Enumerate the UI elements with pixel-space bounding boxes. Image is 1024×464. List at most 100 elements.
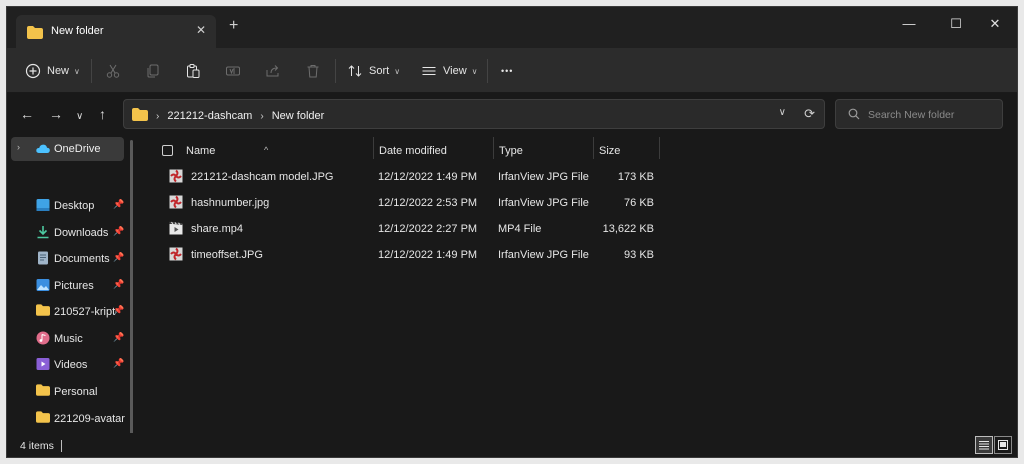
paste-button[interactable]: [185, 60, 201, 82]
file-list: ^ Name Date modified Type Size 221212-da…: [140, 137, 1017, 433]
folder-icon: [36, 304, 50, 319]
table-row[interactable]: 221212-dashcam model.JPG 12/12/2022 1:49…: [140, 164, 700, 190]
column-header-name[interactable]: Name: [186, 145, 215, 157]
share-button[interactable]: [265, 60, 281, 82]
up-arrow-icon[interactable]: ↑: [99, 107, 106, 121]
sidebar-item-label: Downloads: [54, 227, 109, 239]
address-dropdown-icon[interactable]: ∨: [779, 107, 786, 118]
file-name: hashnumber.jpg: [191, 197, 270, 209]
pictures-icon: [36, 278, 50, 295]
address-bar[interactable]: › 221212-dashcam › New folder ∨ ⟳: [123, 99, 825, 129]
sidebar-item-label: Personal: [54, 386, 98, 398]
copy-icon: [145, 63, 161, 79]
divider: [487, 59, 488, 83]
column-header-size[interactable]: Size: [599, 145, 620, 157]
new-tab-button[interactable]: +: [229, 18, 238, 34]
rename-button[interactable]: [225, 60, 241, 82]
chevron-down-icon: ∨: [471, 66, 478, 76]
file-name: timeoffset.JPG: [191, 249, 263, 261]
tab-close-icon[interactable]: ✕: [196, 23, 206, 37]
breadcrumb: › 221212-dashcam › New folder: [132, 108, 324, 124]
refresh-icon[interactable]: ⟳: [804, 106, 815, 122]
file-size: 76 KB: [624, 197, 654, 209]
tab-new-folder[interactable]: New folder ✕: [16, 15, 216, 48]
sort-button[interactable]: Sort ∨: [347, 60, 400, 82]
close-button[interactable]: ✕: [973, 13, 1017, 37]
search-box[interactable]: Search New folder: [835, 99, 1003, 129]
file-type: IrfanView JPG File: [498, 249, 589, 261]
sidebar-item-videos[interactable]: Videos 📌: [7, 353, 132, 377]
tiles-view-button[interactable]: [994, 436, 1012, 454]
view-button[interactable]: View ∨: [421, 60, 478, 82]
pin-icon: 📌: [113, 226, 125, 236]
delete-button[interactable]: [305, 60, 321, 82]
column-divider[interactable]: [593, 137, 594, 159]
sidebar-item-label: OneDrive: [54, 143, 101, 155]
pin-icon: 📌: [113, 358, 125, 368]
file-name: 221212-dashcam model.JPG: [191, 171, 334, 183]
sidebar-item-label: Documents: [54, 253, 110, 265]
chevron-down-icon: ∨: [74, 66, 80, 76]
file-name: share.mp4: [191, 223, 243, 235]
breadcrumb-item[interactable]: 221212-dashcam: [167, 110, 252, 122]
sidebar-item-label: 221209-avatar w: [54, 413, 126, 425]
table-row[interactable]: share.mp4 12/12/2022 2:27 PM MP4 File 13…: [140, 216, 700, 242]
column-divider[interactable]: [493, 137, 494, 159]
navigation-row: ← → ∨ ↑ › 221212-dashcam › New folder ∨ …: [7, 93, 1017, 137]
back-arrow-icon[interactable]: ←: [20, 107, 34, 121]
title-bar: New folder ✕ + — ☐ ✕: [7, 7, 1017, 48]
share-icon: [265, 63, 281, 79]
table-row[interactable]: timeoffset.JPG 12/12/2022 1:49 PM IrfanV…: [140, 242, 700, 268]
copy-button[interactable]: [145, 60, 161, 82]
pin-icon: 📌: [113, 199, 125, 209]
explorer-window: New folder ✕ + — ☐ ✕ New ∨ Sort ∨ View ∨…: [6, 6, 1018, 458]
column-headers: ^ Name Date modified Type Size: [140, 137, 700, 163]
column-divider[interactable]: [373, 137, 374, 159]
column-header-date[interactable]: Date modified: [379, 145, 447, 157]
folder-icon: [27, 26, 43, 42]
sidebar-item-documents[interactable]: Documents 📌: [7, 247, 132, 271]
table-row[interactable]: hashnumber.jpg 12/12/2022 2:53 PM IrfanV…: [140, 190, 700, 216]
search-input[interactable]: Search New folder: [868, 109, 954, 121]
breadcrumb-separator-icon: ›: [260, 110, 264, 122]
item-count: 4 items: [20, 440, 54, 452]
breadcrumb-separator-icon: ›: [156, 110, 160, 122]
sort-label: Sort: [369, 65, 390, 77]
sidebar-scrollbar[interactable]: [130, 140, 133, 434]
pin-icon: 📌: [113, 332, 125, 342]
sidebar-item-personal[interactable]: Personal: [7, 380, 132, 404]
file-size: 173 KB: [617, 171, 654, 183]
folder-icon: [132, 108, 148, 124]
recent-locations-chevron-icon[interactable]: ∨: [76, 110, 83, 124]
downloads-icon: [36, 225, 50, 242]
irfanview-icon: [169, 195, 183, 212]
breadcrumb-item[interactable]: New folder: [272, 110, 325, 122]
more-options-button[interactable]: •••: [501, 60, 513, 82]
cut-button[interactable]: [105, 60, 121, 82]
details-view-button[interactable]: [975, 436, 993, 454]
sidebar-item-221209-avatar[interactable]: 221209-avatar w: [7, 407, 132, 431]
more-icon: •••: [501, 66, 514, 76]
new-button[interactable]: New ∨: [25, 60, 80, 82]
sidebar-item-music[interactable]: Music 📌: [7, 327, 132, 351]
sort-ascending-icon: ^: [264, 145, 269, 155]
expand-chevron-icon[interactable]: ›: [17, 142, 20, 152]
minimize-button[interactable]: —: [887, 13, 931, 37]
select-all-checkbox[interactable]: [162, 145, 173, 156]
paste-icon: [185, 63, 201, 79]
status-bar: 4 items: [7, 433, 1017, 457]
forward-arrow-icon[interactable]: →: [49, 107, 63, 121]
maximize-button[interactable]: ☐: [934, 13, 978, 37]
sidebar-item-onedrive[interactable]: › OneDrive: [11, 137, 124, 161]
sidebar-item-label: Music: [54, 333, 83, 345]
sidebar-item-downloads[interactable]: Downloads 📌: [7, 221, 132, 245]
sidebar-item-210527-kripto[interactable]: 210527-kripto 📌: [7, 300, 132, 324]
file-size: 13,622 KB: [602, 223, 654, 235]
view-label: View: [443, 65, 467, 77]
sidebar-item-pictures[interactable]: Pictures 📌: [7, 274, 132, 298]
column-divider[interactable]: [659, 137, 660, 159]
sidebar-item-label: Pictures: [54, 280, 94, 292]
sidebar-item-desktop[interactable]: Desktop 📌: [7, 194, 132, 218]
column-header-type[interactable]: Type: [499, 145, 523, 157]
file-type: IrfanView JPG File: [498, 197, 589, 209]
